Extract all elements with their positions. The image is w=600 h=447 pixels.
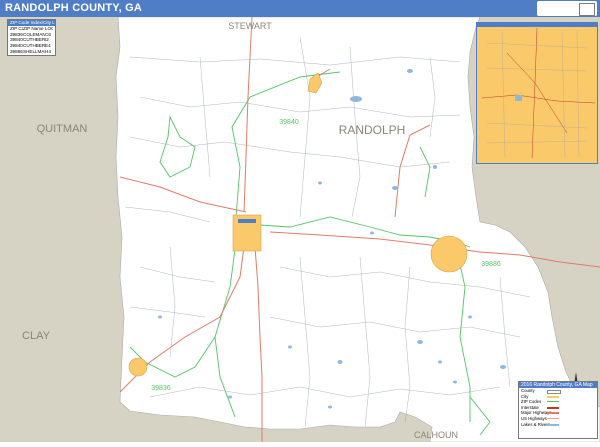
map-info-row: Lakes & Rivers: [519, 422, 597, 428]
legend-row: 39886 SHELLMAN H4: [8, 49, 55, 55]
legend-zip: 39886: [10, 48, 23, 54]
map-info-label: City: [521, 393, 529, 399]
zip-label-39836: 39836: [151, 385, 171, 392]
logo-box-icon: [579, 3, 595, 16]
map-info-legend: 2016 Randolph County, GA Map County City…: [518, 381, 598, 439]
map-info-label: Lakes & Rivers: [521, 421, 550, 427]
map-title: RANDOLPH COUNTY, GA: [5, 2, 143, 14]
locator-inset-map: [476, 22, 598, 164]
zip-label-39840: 39840: [279, 119, 299, 126]
map-info-label: US Highways: [521, 415, 547, 421]
county-label: RANDOLPH: [339, 123, 406, 137]
publisher-logo: [537, 1, 597, 16]
neighbor-label-north: STEWART: [228, 21, 272, 31]
inset-svg: [481, 27, 596, 159]
cuthbert-marker: [238, 219, 256, 223]
zip-label-39886: 39886: [481, 261, 501, 268]
map-info-label: ZIP Codes: [521, 399, 542, 405]
inset-water: [515, 95, 522, 101]
legend-zip-name: SHELLMAN: [23, 48, 45, 54]
neighbor-label-south: CALHOUN: [414, 430, 458, 440]
map-info-label: Interstate: [521, 404, 539, 410]
map-info-label: County: [521, 388, 535, 393]
legend-loc: H4: [45, 48, 51, 54]
title-bar: RANDOLPH COUNTY, GA: [0, 0, 600, 17]
neighbor-label-west-upper: QUITMAN: [37, 123, 88, 135]
neighbor-label-west-lower: CLAY: [22, 330, 51, 342]
zip-legend: ZIP Code Index/City Locator ZIP Code ZIP…: [7, 19, 56, 56]
